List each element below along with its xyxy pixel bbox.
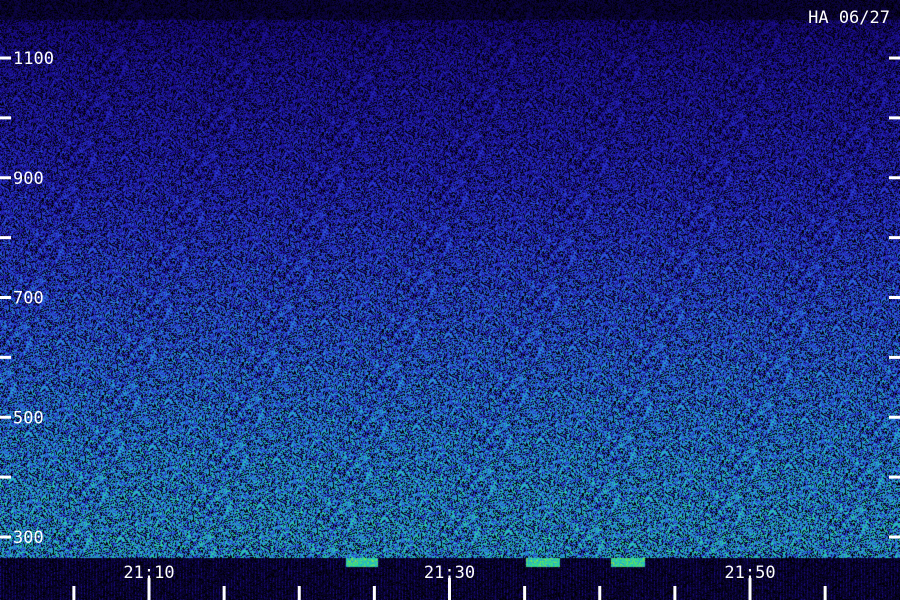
y-tick-label: 700: [13, 289, 44, 309]
x-tick-label: 21:10: [123, 563, 174, 583]
y-tick-label: 900: [13, 169, 44, 189]
chart-title: HA 06/27: [808, 8, 890, 28]
x-tick-label: 21:50: [724, 563, 775, 583]
y-tick-label: 1100: [13, 49, 54, 69]
y-axis-left: 1100 900 700 500 300: [0, 49, 54, 548]
y-tick-label: 300: [13, 528, 44, 548]
x-axis: 21:10 21:30 21:50: [72, 563, 827, 600]
y-tick-label: 500: [13, 408, 44, 428]
axes-overlay: 1100 900 700 500 300 21:10 21:30 21:50 HA 06/2…: [0, 8, 900, 600]
spectrogram-panel: 1100 900 700 500 300 21:10 21:30 21:50 HA 06/2…: [0, 0, 900, 600]
y-axis-right: [889, 56, 900, 539]
x-tick-label: 21:30: [424, 563, 475, 583]
